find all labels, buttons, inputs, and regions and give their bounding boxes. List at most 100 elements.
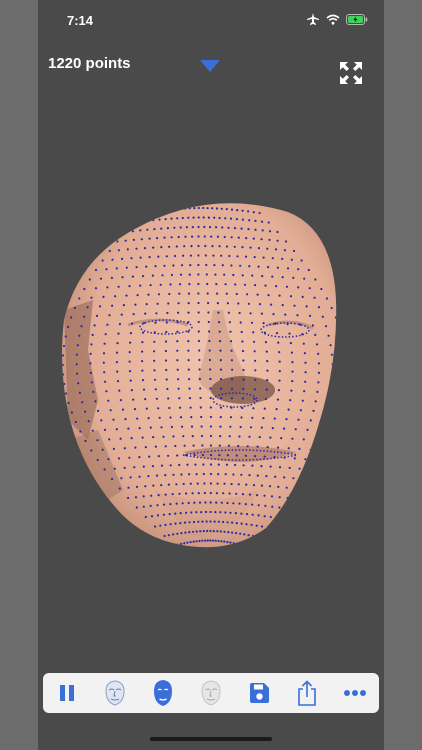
- mesh-point: [203, 225, 206, 229]
- shaded-view-button[interactable]: [197, 679, 225, 707]
- mesh-point: [179, 522, 182, 525]
- mesh-point: [232, 542, 235, 545]
- mesh-point: [281, 257, 284, 260]
- mesh-point: [233, 245, 236, 248]
- mesh-point: [217, 311, 220, 314]
- mesh-point: [313, 296, 316, 299]
- mesh-point: [160, 426, 163, 429]
- mesh-point: [176, 359, 179, 362]
- mesh-point: [209, 501, 212, 504]
- mesh-point: [217, 539, 220, 543]
- mesh-point: [168, 245, 171, 248]
- mesh-point: [216, 292, 219, 295]
- mesh-point: [291, 437, 294, 440]
- mesh-point: [162, 435, 165, 438]
- mesh-point: [316, 390, 319, 393]
- mesh-point: [166, 311, 169, 315]
- mesh-point: [116, 370, 119, 373]
- mesh-point: [314, 439, 317, 442]
- mesh-point: [81, 401, 84, 404]
- mesh-point: [269, 515, 272, 519]
- mesh-point: [77, 382, 80, 385]
- mesh-point: [107, 399, 110, 402]
- mesh-point: [238, 311, 241, 315]
- mesh-point: [257, 504, 260, 507]
- mesh-point: [335, 420, 337, 424]
- mesh-point: [166, 227, 169, 230]
- share-icon: [297, 680, 317, 706]
- mesh-point: [281, 276, 284, 279]
- mesh-point: [305, 305, 308, 308]
- more-button[interactable]: [341, 679, 369, 707]
- mesh-point: [197, 235, 200, 238]
- mesh-point: [105, 390, 108, 393]
- mesh-point: [242, 387, 245, 391]
- mesh-point: [165, 321, 168, 324]
- mesh-point: [123, 447, 126, 450]
- mesh-point: [190, 245, 193, 248]
- mesh-point: [209, 434, 213, 438]
- mesh-point: [197, 225, 200, 229]
- mask-view-button[interactable]: [149, 679, 177, 707]
- mesh-point: [267, 221, 270, 224]
- mesh-point: [293, 304, 296, 307]
- mesh-point: [141, 341, 144, 344]
- fullscreen-button[interactable]: [338, 60, 364, 86]
- mesh-point: [165, 330, 168, 334]
- mesh-point: [247, 302, 250, 305]
- mesh-point: [226, 454, 229, 457]
- save-button[interactable]: [245, 679, 273, 707]
- mesh-point: [261, 275, 264, 278]
- mesh-point: [299, 409, 302, 412]
- mesh-point: [175, 483, 178, 486]
- mesh-point: [192, 540, 195, 543]
- mesh-point: [257, 265, 260, 268]
- mesh-point: [314, 333, 317, 336]
- mesh-point: [95, 314, 99, 317]
- mesh-point: [180, 532, 183, 535]
- mesh-point: [134, 446, 137, 449]
- mesh-point: [215, 283, 218, 286]
- mesh-point: [187, 292, 191, 295]
- mesh-point: [289, 342, 292, 345]
- mesh-point: [156, 302, 159, 305]
- mesh-point: [98, 305, 102, 308]
- mesh-point: [239, 532, 242, 535]
- mesh-point: [62, 373, 65, 376]
- pause-button[interactable]: [53, 679, 81, 707]
- mesh-point: [162, 513, 165, 516]
- mesh-point: [286, 496, 289, 500]
- mesh-point: [206, 529, 209, 533]
- mesh-point: [237, 444, 240, 448]
- mesh-point: [253, 397, 256, 400]
- mesh-point: [292, 276, 295, 279]
- mesh-point: [93, 324, 96, 327]
- mesh-point: [205, 520, 208, 523]
- mesh-point: [116, 342, 119, 345]
- mesh-point: [237, 302, 240, 305]
- mesh-point: [201, 539, 204, 542]
- mesh-point: [209, 463, 213, 466]
- share-button[interactable]: [293, 679, 321, 707]
- mesh-point: [184, 235, 187, 238]
- mesh-point: [172, 473, 175, 476]
- mode-dropdown-button[interactable]: [198, 56, 222, 74]
- mesh-point: [266, 446, 269, 449]
- mesh-point: [67, 325, 70, 329]
- mesh-point: [302, 438, 305, 441]
- mesh-point: [322, 420, 325, 423]
- mesh-point: [163, 209, 166, 212]
- wireframe-view-button[interactable]: [101, 679, 129, 707]
- mesh-point: [144, 485, 147, 488]
- mesh-point: [206, 207, 209, 210]
- face-mesh-viewport[interactable]: [38, 190, 384, 570]
- mesh-point: [275, 285, 278, 288]
- mesh-point: [225, 463, 228, 466]
- mesh-point: [129, 332, 132, 335]
- mesh-point: [145, 407, 148, 410]
- mesh-point: [167, 397, 170, 400]
- mesh-point: [102, 352, 106, 355]
- mesh-point: [183, 207, 187, 210]
- mesh-point: [163, 264, 166, 267]
- mesh-point: [284, 313, 287, 316]
